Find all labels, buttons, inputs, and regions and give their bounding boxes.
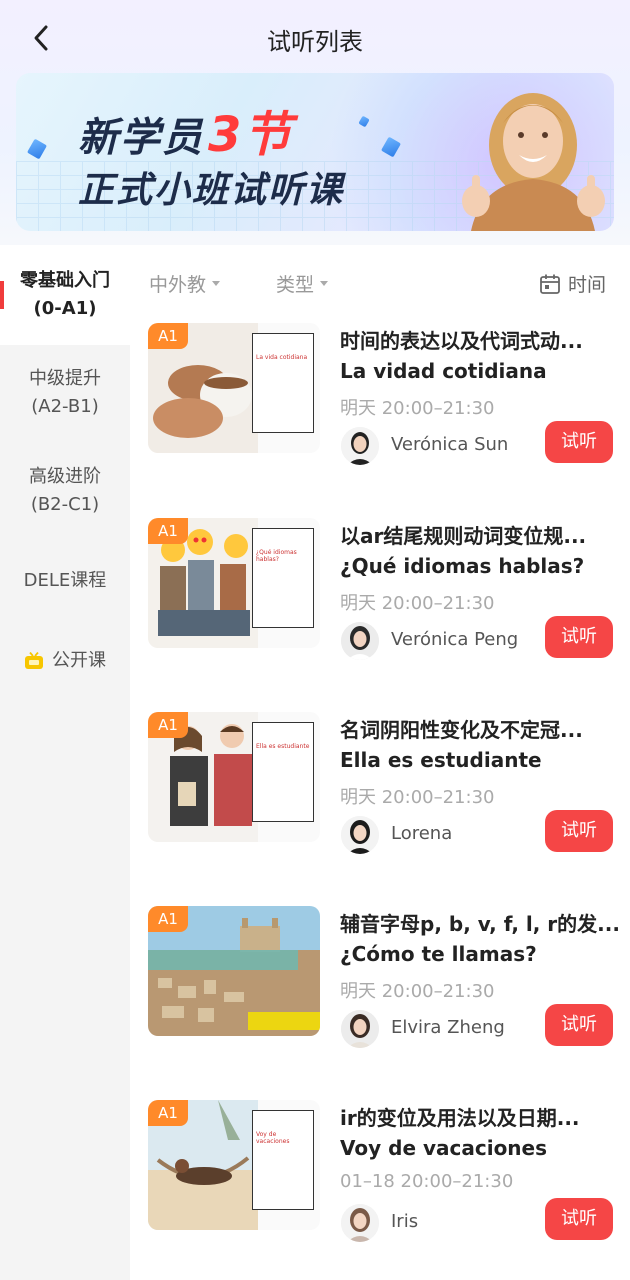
sidebar-item-level: (0-A1): [33, 298, 97, 319]
teacher-name: Lorena: [391, 823, 453, 844]
course-time: 明天 20:00–21:30: [340, 398, 495, 419]
page-title: 试听列表: [267, 28, 363, 56]
sidebar-item-level: (A2-B1): [31, 396, 99, 417]
course-title: ir的变位及用法以及日期...: [340, 1106, 580, 1130]
sidebar-item-open-class[interactable]: 公开课: [0, 647, 130, 675]
sidebar-item-beginner[interactable]: 零基础入门 (0-A1): [0, 245, 130, 345]
sidebar-item-dele[interactable]: DELE课程: [0, 567, 130, 595]
banner-headline: 新学员3节: [78, 107, 294, 163]
sidebar-item-label: 高级进阶: [29, 466, 101, 487]
sidebar-item-advanced[interactable]: 高级进阶 (B2-C1): [0, 463, 130, 519]
course-card[interactable]: A1 辅音字母p, b, v, f, l, r的发... ¿Cómo te ll…: [148, 906, 620, 1056]
level-badge: A1: [148, 323, 188, 349]
filter-label: 中外教: [149, 274, 207, 296]
promo-banner[interactable]: 新学员3节 正式小班试听课: [16, 73, 614, 231]
course-thumbnail: A1: [148, 906, 320, 1036]
filter-bar: 中外教 类型 时间: [130, 262, 630, 306]
course-thumbnail: A1 La vida cotidiana: [148, 323, 320, 453]
course-subtitle: ¿Cómo te llamas?: [340, 942, 537, 966]
sidebar-item-label: 公开课: [52, 650, 106, 671]
smiling-woman-image: [462, 93, 605, 231]
trial-listen-button[interactable]: 试听: [545, 421, 613, 463]
trial-listen-button[interactable]: 试听: [545, 810, 613, 852]
course-material-thumbnail: Ella es estudiante: [252, 722, 314, 822]
teacher-avatar: [341, 816, 379, 854]
banner-subheadline: 正式小班试听课: [78, 170, 345, 211]
course-subtitle: La vidad cotidiana: [340, 359, 547, 383]
tv-icon: [25, 652, 43, 669]
course-title: 名词阴阳性变化及不定冠...: [340, 718, 583, 742]
sidebar-item-label: 零基础入门: [20, 270, 110, 291]
teacher-name: Elvira Zheng: [391, 1017, 505, 1038]
sidebar-item-intermediate[interactable]: 中级提升 (A2-B1): [0, 365, 130, 421]
time-filter[interactable]: 时间: [538, 270, 606, 297]
category-sidebar: 零基础入门 (0-A1) 中级提升 (A2-B1) 高级进阶 (B2-C1) D…: [0, 245, 130, 1280]
calendar-icon: [540, 274, 560, 294]
course-subtitle: ¿Qué idiomas hablas?: [340, 554, 585, 578]
level-badge: A1: [148, 518, 188, 544]
course-material-thumbnail: ¿Qué idiomas hablas?: [252, 528, 314, 628]
cube-decoration: [26, 138, 48, 160]
course-title: 时间的表达以及代词式动...: [340, 329, 583, 353]
sidebar-item-level: (B2-C1): [30, 494, 100, 515]
course-material-thumbnail: Voy de vacaciones: [252, 1110, 314, 1210]
course-thumbnail: A1 Voy de vacaciones: [148, 1100, 320, 1230]
caret-down-icon: [320, 281, 329, 286]
sidebar-item-label: DELE课程: [23, 570, 107, 591]
course-card[interactable]: A1 La vida cotidiana 时间的表达以及代词式动... La v…: [148, 323, 618, 473]
course-title: 辅音字母p, b, v, f, l, r的发...: [340, 912, 620, 936]
sidebar-item-label: 中级提升: [29, 368, 101, 389]
teacher-filter-dropdown[interactable]: 中外教: [149, 270, 221, 297]
trial-listen-button[interactable]: 试听: [545, 616, 613, 658]
course-card[interactable]: A1 Voy de vacaciones ir的变位及用法以及日期... Voy…: [148, 1100, 618, 1250]
teacher-avatar: [341, 622, 379, 660]
course-thumbnail: A1 ¿Qué idiomas hablas?: [148, 518, 320, 648]
teacher-avatar: [341, 427, 379, 465]
caret-down-icon: [212, 281, 221, 286]
trial-listen-button[interactable]: 试听: [545, 1198, 613, 1240]
level-badge: A1: [148, 906, 188, 932]
course-card[interactable]: A1 ¿Qué idiomas hablas? 以ar结尾规则动词变位规... …: [148, 518, 618, 668]
header: 试听列表 新学员3节 正式小班试听课: [0, 0, 630, 245]
course-thumbnail: A1 Ella es estudiante: [148, 712, 320, 842]
teacher-avatar: [341, 1204, 379, 1242]
course-title: 以ar结尾规则动词变位规...: [340, 524, 587, 548]
course-time: 明天 20:00–21:30: [340, 981, 495, 1002]
level-badge: A1: [148, 712, 188, 738]
teacher-name: Verónica Peng: [391, 629, 519, 650]
filter-label: 类型: [276, 274, 315, 296]
course-card[interactable]: A1 Ella es estudiante 名词阴阳性变化及不定冠... Ell…: [148, 712, 618, 862]
trial-listen-button[interactable]: 试听: [545, 1004, 613, 1046]
filter-label: 时间: [568, 274, 607, 296]
course-material-thumbnail: La vida cotidiana: [252, 333, 314, 433]
type-filter-dropdown[interactable]: 类型: [276, 270, 329, 297]
course-subtitle: Voy de vacaciones: [340, 1136, 548, 1160]
teacher-name: Iris: [391, 1211, 419, 1232]
teacher-avatar: [341, 1010, 379, 1048]
course-time: 明天 20:00–21:30: [340, 593, 495, 614]
course-subtitle: Ella es estudiante: [340, 748, 542, 772]
level-badge: A1: [148, 1100, 188, 1126]
course-time: 明天 20:00–21:30: [340, 787, 495, 808]
course-time: 01–18 20:00–21:30: [340, 1171, 514, 1192]
teacher-name: Verónica Sun: [391, 434, 509, 455]
